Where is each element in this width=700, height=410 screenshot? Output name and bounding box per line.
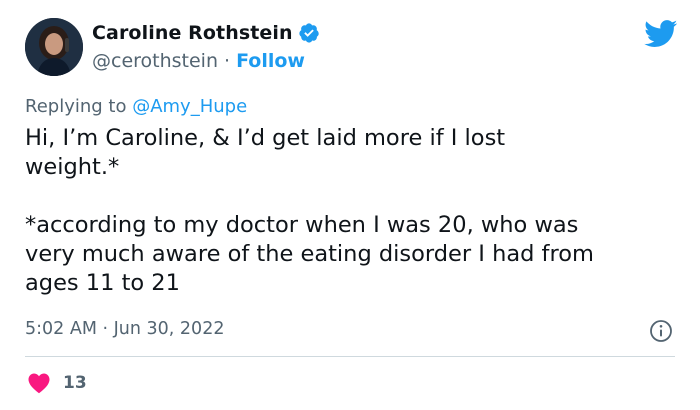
heart-icon [28, 373, 50, 394]
like-count: 13 [63, 373, 87, 393]
replying-to-line: Replying to @Amy_Hupe [25, 96, 247, 117]
replying-to-label: Replying to [25, 96, 133, 117]
author-display-name[interactable]: Caroline Rothstein [92, 22, 293, 44]
divider [25, 356, 675, 357]
follow-button[interactable]: Follow [236, 50, 305, 72]
replying-to-handle[interactable]: @Amy_Hupe [132, 96, 247, 117]
twitter-bird-icon[interactable] [644, 20, 678, 48]
avatar[interactable] [25, 18, 83, 76]
tweet-timestamp[interactable]: 5:02 AM · Jun 30, 2022 [25, 319, 224, 339]
avatar-image [25, 18, 83, 76]
author-handle[interactable]: @cerothstein [92, 50, 218, 72]
author-handle-row: @cerothstein · Follow [92, 50, 305, 72]
like-button[interactable]: 13 [27, 372, 87, 394]
tweet-text: Hi, I’m Caroline, & I’d get laid more if… [25, 125, 594, 296]
info-icon[interactable] [649, 319, 673, 343]
separator-dot: · [224, 50, 231, 72]
verified-badge-icon [299, 23, 319, 43]
author-name-row[interactable]: Caroline Rothstein [92, 22, 320, 44]
